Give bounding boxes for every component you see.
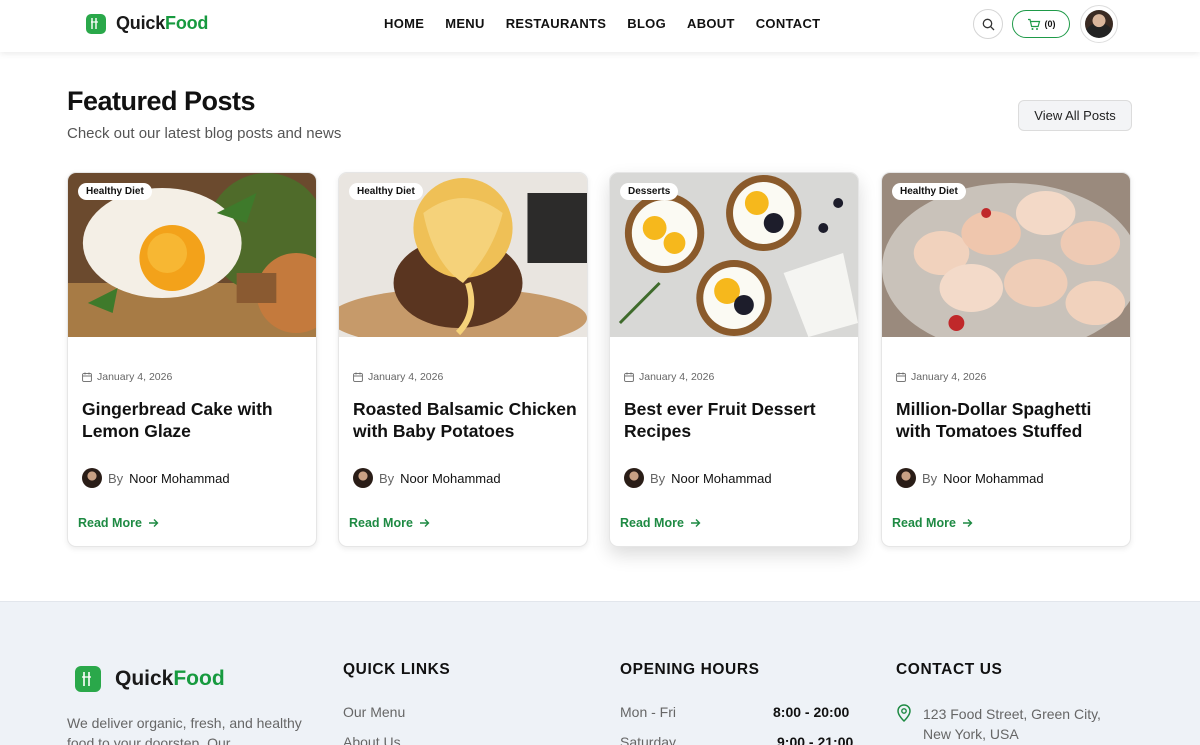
brand-logo[interactable]: QuickFood bbox=[86, 13, 208, 34]
post-date: January 4, 2026 bbox=[624, 371, 714, 383]
arrow-right-icon bbox=[690, 519, 701, 527]
post-category-tag[interactable]: Healthy Diet bbox=[78, 183, 152, 200]
section-subtitle: Check out our latest blog posts and news bbox=[67, 125, 342, 142]
author-name: Noor Mohammad bbox=[671, 470, 772, 486]
post-date-text: January 4, 2026 bbox=[911, 371, 987, 383]
post-category-tag[interactable]: Healthy Diet bbox=[349, 183, 423, 200]
contact-us-heading: CONTACT US bbox=[896, 661, 1003, 678]
hours-day: Mon - Fri bbox=[620, 704, 676, 720]
post-card[interactable]: Desserts January 4, 2026 Best ever Fruit… bbox=[609, 172, 859, 547]
read-more-link[interactable]: Read More bbox=[78, 516, 159, 530]
post-image[interactable]: Healthy Diet bbox=[68, 173, 316, 337]
post-date: January 4, 2026 bbox=[353, 371, 443, 383]
cart-icon bbox=[1027, 18, 1040, 30]
read-more-link[interactable]: Read More bbox=[349, 516, 430, 530]
hours-day: Saturday bbox=[620, 734, 677, 745]
site-header: QuickFood HOME MENU RESTAURANTS BLOG ABO… bbox=[0, 0, 1200, 52]
nav-restaurants[interactable]: RESTAURANTS bbox=[506, 16, 607, 31]
post-title[interactable]: Roasted Balsamic Chicken with Baby Potat… bbox=[353, 398, 579, 442]
main-nav: HOME MENU RESTAURANTS BLOG ABOUT CONTACT bbox=[384, 16, 820, 31]
post-card[interactable]: Healthy Diet January 4, 2026 Roasted Bal… bbox=[338, 172, 588, 547]
post-author: By Noor Mohammad bbox=[896, 468, 1044, 488]
author-avatar bbox=[896, 468, 916, 488]
map-pin-icon bbox=[897, 704, 911, 722]
read-more-label: Read More bbox=[349, 516, 413, 530]
calendar-icon bbox=[353, 372, 363, 382]
post-date: January 4, 2026 bbox=[82, 371, 172, 383]
calendar-icon bbox=[896, 372, 906, 382]
arrow-right-icon bbox=[419, 519, 430, 527]
hours-time: 9:00 - 21:00 bbox=[777, 734, 854, 745]
post-author: By Noor Mohammad bbox=[624, 468, 772, 488]
site-footer: QuickFood We deliver organic, fresh, and… bbox=[0, 601, 1200, 745]
opening-hours-heading: OPENING HOURS bbox=[620, 661, 760, 678]
search-icon bbox=[982, 18, 994, 30]
calendar-icon bbox=[82, 372, 92, 382]
post-title[interactable]: Gingerbread Cake with Lemon Glaze bbox=[82, 398, 308, 442]
nav-blog[interactable]: BLOG bbox=[627, 16, 666, 31]
read-more-label: Read More bbox=[892, 516, 956, 530]
read-more-link[interactable]: Read More bbox=[892, 516, 973, 530]
footer-brand-name: QuickFood bbox=[115, 667, 225, 690]
author-prefix: By bbox=[922, 470, 938, 486]
read-more-link[interactable]: Read More bbox=[620, 516, 701, 530]
post-date-text: January 4, 2026 bbox=[97, 371, 173, 383]
author-name: Noor Mohammad bbox=[400, 470, 501, 486]
post-date-text: January 4, 2026 bbox=[368, 371, 444, 383]
post-author: By Noor Mohammad bbox=[82, 468, 230, 488]
post-author: By Noor Mohammad bbox=[353, 468, 501, 488]
post-image[interactable]: Healthy Diet bbox=[339, 173, 587, 337]
section-title: Featured Posts bbox=[67, 86, 256, 116]
brand-name: QuickFood bbox=[116, 13, 209, 33]
post-card[interactable]: Healthy Diet January 4, 2026 Million-Dol… bbox=[881, 172, 1131, 547]
nav-home[interactable]: HOME bbox=[384, 16, 424, 31]
arrow-right-icon bbox=[962, 519, 973, 527]
cart-count: (0) bbox=[1044, 19, 1056, 29]
author-prefix: By bbox=[379, 470, 395, 486]
post-category-tag[interactable]: Desserts bbox=[620, 183, 679, 200]
footer-link-about-us[interactable]: About Us bbox=[343, 734, 401, 745]
hours-time: 8:00 - 20:00 bbox=[773, 704, 850, 720]
post-card[interactable]: Healthy Diet January 4, 2026 Gingerbread… bbox=[67, 172, 317, 547]
author-name: Noor Mohammad bbox=[943, 470, 1044, 486]
author-avatar bbox=[624, 468, 644, 488]
search-button[interactable] bbox=[973, 9, 1003, 39]
post-title[interactable]: Million-Dollar Spaghetti with Tomatoes S… bbox=[896, 398, 1122, 442]
fork-knife-icon bbox=[75, 666, 101, 692]
quick-links-heading: QUICK LINKS bbox=[343, 661, 451, 678]
author-name: Noor Mohammad bbox=[129, 470, 230, 486]
nav-about[interactable]: ABOUT bbox=[687, 16, 735, 31]
post-category-tag[interactable]: Healthy Diet bbox=[892, 183, 966, 200]
post-date-text: January 4, 2026 bbox=[639, 371, 715, 383]
author-prefix: By bbox=[108, 470, 124, 486]
fork-knife-icon bbox=[86, 13, 106, 34]
arrow-right-icon bbox=[148, 519, 159, 527]
footer-description: We deliver organic, fresh, and healthy f… bbox=[67, 715, 302, 745]
post-date: January 4, 2026 bbox=[896, 371, 986, 383]
post-image[interactable]: Desserts bbox=[610, 173, 858, 337]
author-avatar bbox=[82, 468, 102, 488]
post-title[interactable]: Best ever Fruit Dessert Recipes bbox=[624, 398, 850, 442]
calendar-icon bbox=[624, 372, 634, 382]
read-more-label: Read More bbox=[620, 516, 684, 530]
cart-button[interactable]: (0) bbox=[1012, 10, 1070, 38]
read-more-label: Read More bbox=[78, 516, 142, 530]
view-all-posts-button[interactable]: View All Posts bbox=[1018, 100, 1132, 131]
user-avatar[interactable] bbox=[1080, 5, 1118, 43]
avatar-image bbox=[1085, 10, 1113, 38]
author-prefix: By bbox=[650, 470, 666, 486]
post-image[interactable]: Healthy Diet bbox=[882, 173, 1130, 337]
footer-link-our-menu[interactable]: Our Menu bbox=[343, 704, 405, 720]
contact-address: 123 Food Street, Green City, New York, U… bbox=[923, 706, 1101, 742]
footer-logo[interactable]: QuickFood bbox=[75, 666, 225, 692]
nav-contact[interactable]: CONTACT bbox=[756, 16, 821, 31]
author-avatar bbox=[353, 468, 373, 488]
nav-menu[interactable]: MENU bbox=[445, 16, 484, 31]
